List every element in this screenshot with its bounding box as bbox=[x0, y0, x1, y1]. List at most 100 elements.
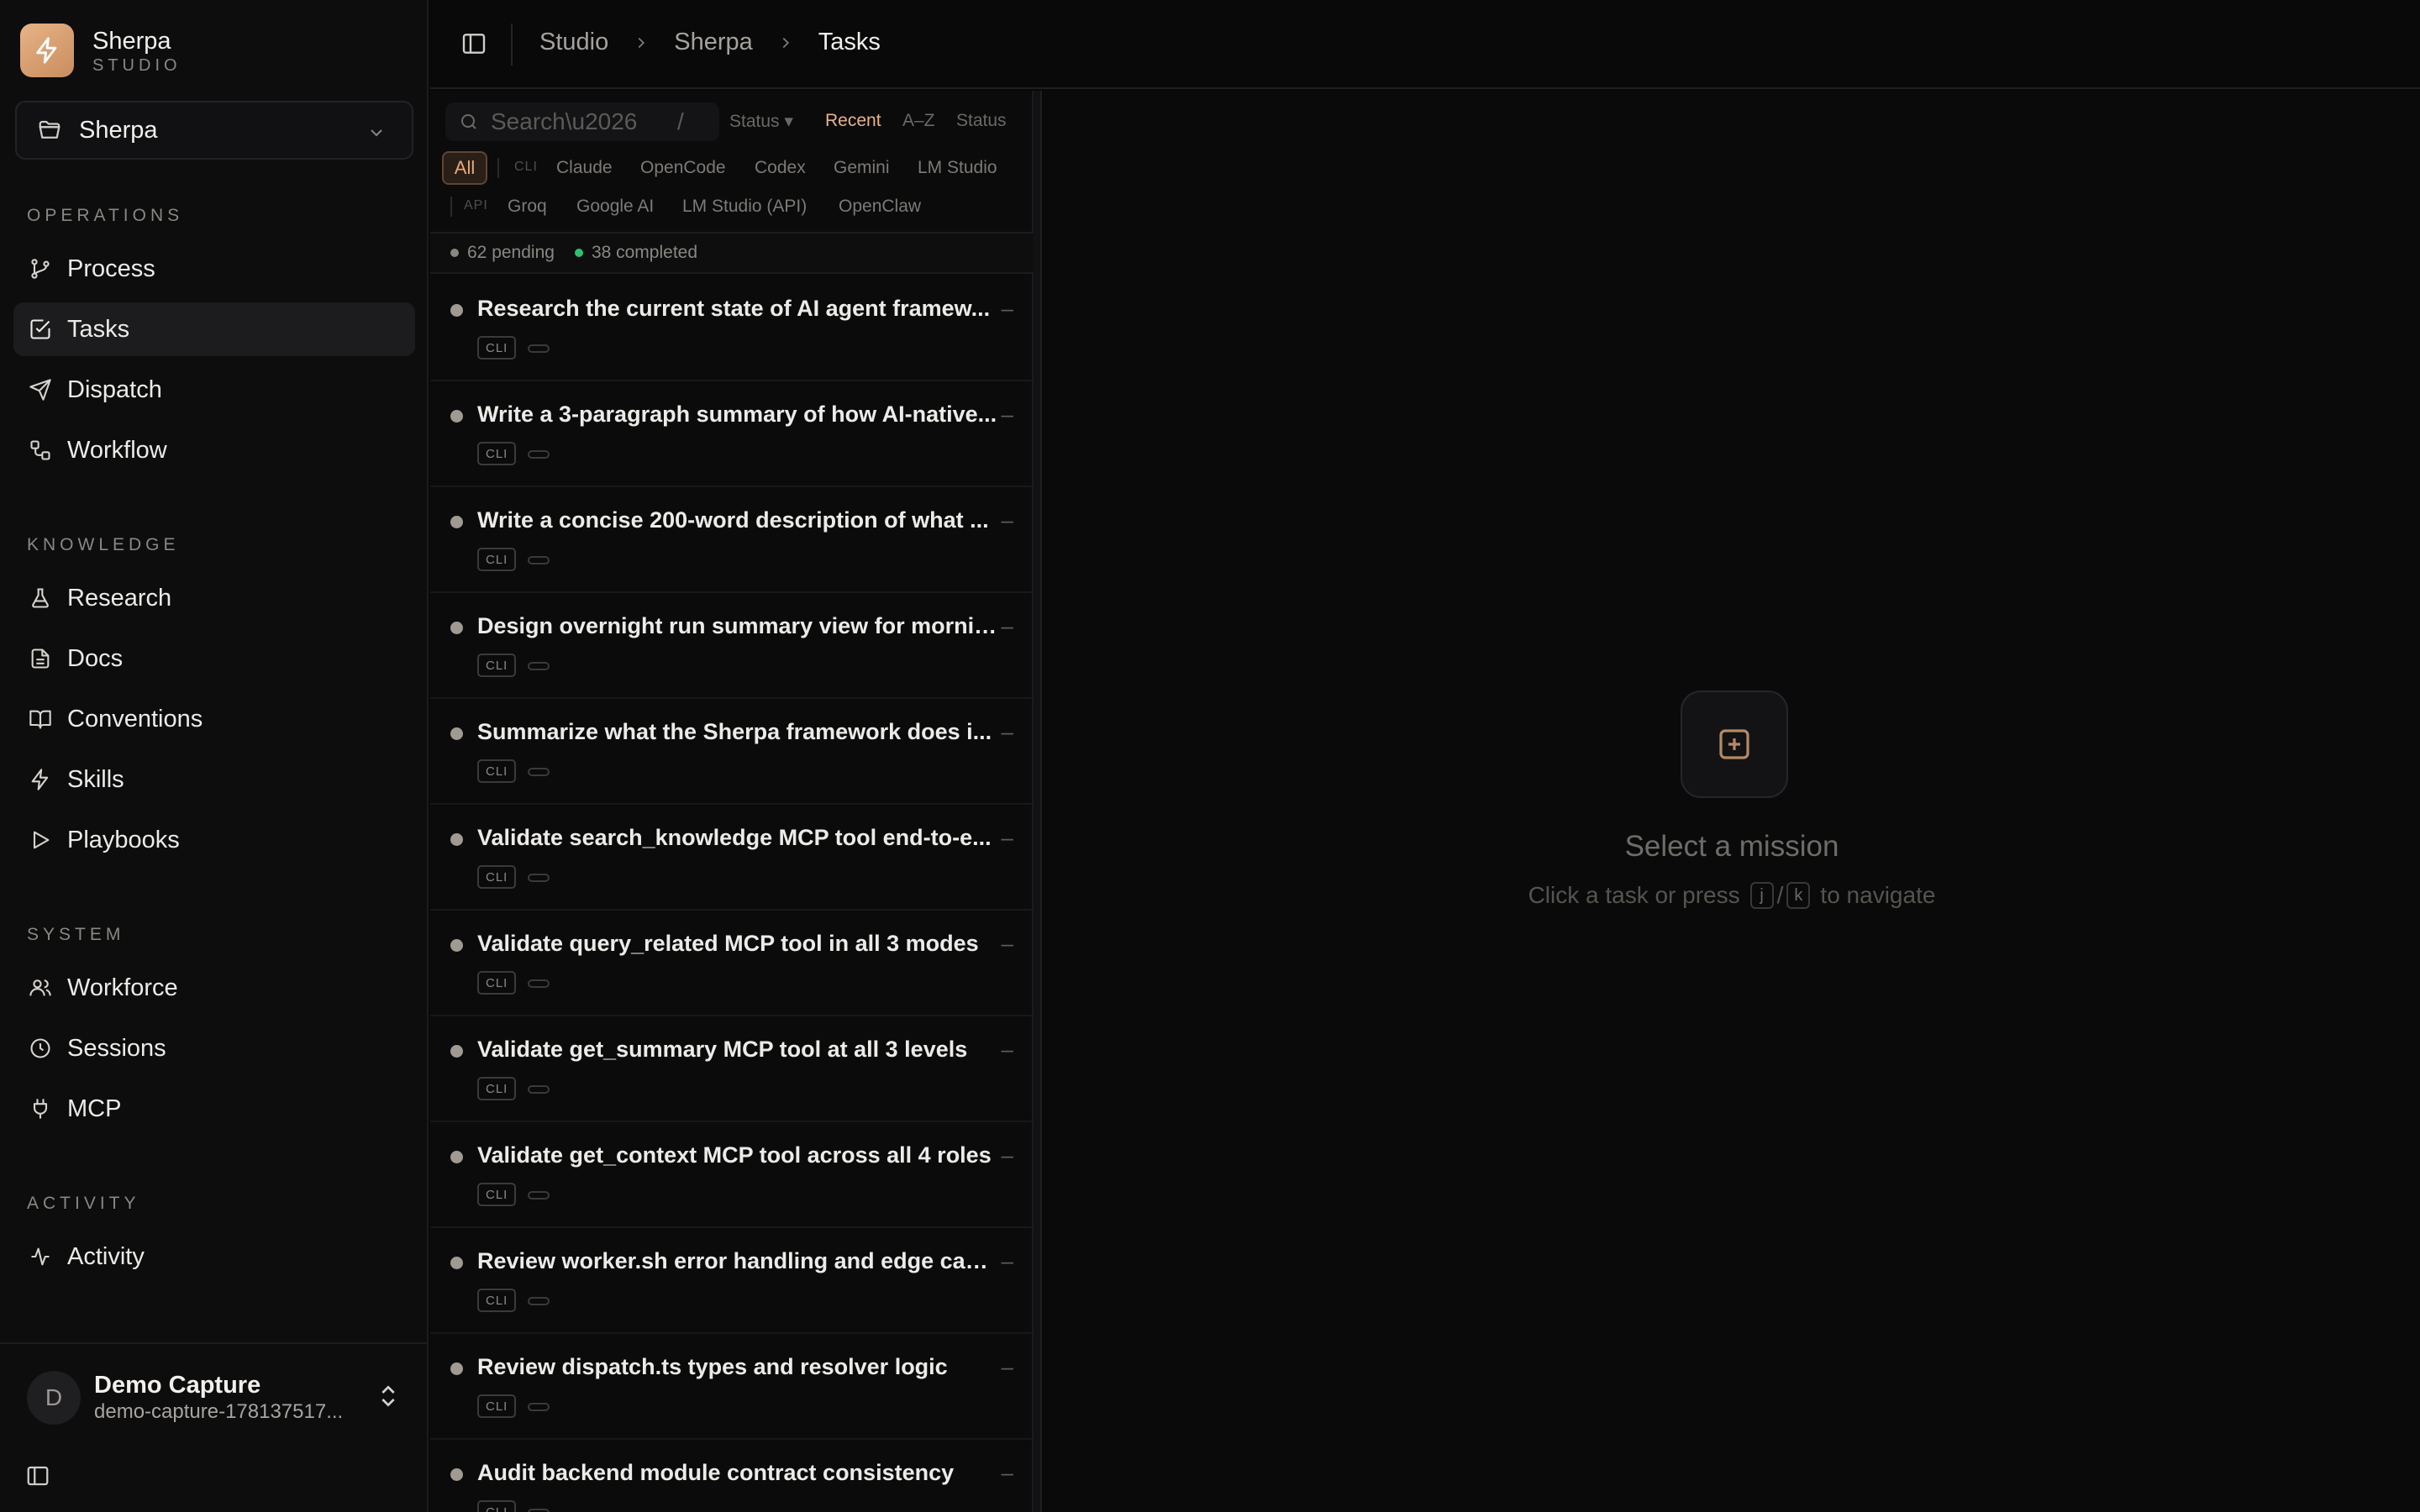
breadcrumb-studio[interactable]: Studio bbox=[539, 29, 608, 56]
task-title: Validate query_related MCP tool in all 3… bbox=[477, 931, 979, 956]
task-pill bbox=[528, 768, 550, 776]
sort-status[interactable]: Status bbox=[956, 111, 1007, 131]
search-input[interactable] bbox=[491, 108, 667, 135]
task-title: Validate get_context MCP tool across all… bbox=[477, 1142, 992, 1168]
filter-groq[interactable]: Groq bbox=[508, 197, 547, 217]
sidebar-item-process[interactable]: Process bbox=[13, 242, 415, 296]
project-selector[interactable]: Sherpa bbox=[15, 101, 413, 160]
task-pill bbox=[528, 874, 550, 882]
breadcrumb-tasks: Tasks bbox=[818, 29, 881, 55]
section-knowledge: KNOWLEDGE bbox=[27, 535, 180, 554]
task-title: Write a 3-paragraph summary of how AI-na… bbox=[477, 402, 997, 427]
task-title: Write a concise 200-word description of … bbox=[477, 507, 989, 533]
brand[interactable]: Sherpa STUDIO bbox=[20, 24, 182, 77]
sort-recent[interactable]: Recent bbox=[825, 111, 881, 131]
filter-claude[interactable]: Claude bbox=[556, 158, 613, 178]
task-title: Validate get_summary MCP tool at all 3 l… bbox=[477, 1037, 968, 1062]
sidebar-item-dispatch[interactable]: Dispatch bbox=[13, 363, 415, 417]
account-menu[interactable]: D Demo Capture demo-capture-178137517... bbox=[27, 1371, 343, 1425]
sidebar-item-tasks[interactable]: Tasks bbox=[13, 302, 415, 356]
sidebar-item-skills[interactable]: Skills bbox=[13, 753, 415, 806]
panel-left-icon[interactable] bbox=[25, 1463, 50, 1488]
sidebar-item-label: Workforce bbox=[67, 974, 178, 1001]
users-icon bbox=[27, 974, 54, 1001]
task-row[interactable]: Validate get_summary MCP tool at all 3 l… bbox=[430, 1016, 1034, 1122]
filter-all[interactable]: All bbox=[442, 151, 487, 185]
sidebar-item-label: Process bbox=[67, 255, 155, 282]
sidebar-item-label: Skills bbox=[67, 765, 124, 793]
task-pill bbox=[528, 1297, 550, 1305]
task-row[interactable]: Review worker.sh error handling and edge… bbox=[430, 1228, 1034, 1334]
task-status-dot bbox=[450, 304, 463, 317]
filter-openclaw[interactable]: OpenClaw bbox=[839, 197, 921, 217]
task-row[interactable]: Review dispatch.ts types and resolver lo… bbox=[430, 1334, 1034, 1440]
sidebar-item-docs[interactable]: Docs bbox=[13, 632, 415, 685]
sidebar-item-mcp[interactable]: MCP bbox=[13, 1082, 415, 1136]
completed-count-label: 38 completed bbox=[591, 243, 698, 262]
task-row[interactable]: Validate get_context MCP tool across all… bbox=[430, 1122, 1034, 1228]
empty-hint-prefix: Click a task or press bbox=[1528, 882, 1740, 908]
task-row[interactable]: Summarize what the Sherpa framework does… bbox=[430, 699, 1034, 805]
sort-az[interactable]: A–Z bbox=[902, 111, 935, 131]
task-meta: – bbox=[1001, 931, 1013, 956]
completed-count: 38 completed bbox=[574, 243, 698, 263]
sidebar-item-label: Docs bbox=[67, 644, 124, 672]
filter-codex[interactable]: Codex bbox=[755, 158, 806, 178]
sidebar-item-sessions[interactable]: Sessions bbox=[13, 1021, 415, 1075]
filter-lm-studio-api[interactable]: LM Studio (API) bbox=[682, 197, 807, 217]
sidebar-item-workflow[interactable]: Workflow bbox=[13, 423, 415, 477]
sidebar-item-activity[interactable]: Activity bbox=[13, 1230, 415, 1284]
task-status-dot bbox=[450, 410, 463, 423]
filter-lm-studio[interactable]: LM Studio bbox=[918, 158, 997, 178]
task-status-dot bbox=[450, 1045, 463, 1058]
filter-google-ai[interactable]: Google AI bbox=[576, 197, 654, 217]
task-meta: – bbox=[1001, 1354, 1013, 1379]
panel-left-icon[interactable] bbox=[460, 30, 487, 57]
breadcrumb: Studio Sherpa Tasks bbox=[539, 29, 881, 56]
sidebar-item-research[interactable]: Research bbox=[13, 571, 415, 625]
plug-icon bbox=[27, 1095, 54, 1122]
breadcrumb-sherpa[interactable]: Sherpa bbox=[674, 29, 753, 56]
task-meta: – bbox=[1001, 507, 1013, 533]
task-row[interactable]: Write a concise 200-word description of … bbox=[430, 487, 1034, 593]
status-filter-dropdown[interactable]: Status ▾ bbox=[729, 111, 793, 132]
book-open-icon bbox=[27, 706, 54, 732]
pending-count: 62 pending bbox=[450, 243, 555, 263]
section-system: SYSTEM bbox=[27, 925, 125, 944]
task-status-dot bbox=[450, 1468, 463, 1481]
chevrons-up-down-icon[interactable] bbox=[375, 1383, 402, 1410]
task-row[interactable]: Validate search_knowledge MCP tool end-t… bbox=[430, 805, 1034, 911]
resize-handle[interactable] bbox=[1034, 91, 1042, 1512]
sidebar-item-label: MCP bbox=[67, 1095, 122, 1122]
sidebar-item-playbooks[interactable]: Playbooks bbox=[13, 813, 415, 867]
sidebar-item-workforce[interactable]: Workforce bbox=[13, 961, 415, 1015]
task-row[interactable]: Write a 3-paragraph summary of how AI-na… bbox=[430, 381, 1034, 487]
search-box[interactable]: / bbox=[445, 102, 719, 141]
filter-opencode[interactable]: OpenCode bbox=[640, 158, 726, 178]
search-shortcut: / bbox=[677, 108, 684, 134]
sidebar-item-label: Tasks bbox=[67, 315, 130, 343]
task-pill bbox=[528, 1191, 550, 1200]
filter-divider bbox=[450, 197, 452, 217]
task-status-dot bbox=[450, 727, 463, 740]
task-badge: CLI bbox=[477, 1394, 517, 1418]
zap-logo-icon bbox=[20, 24, 74, 77]
task-row[interactable]: Audit backend module contract consistenc… bbox=[430, 1440, 1034, 1512]
sidebar-item-conventions[interactable]: Conventions bbox=[13, 692, 415, 746]
sidebar: Sherpa STUDIO Sherpa OPERATIONS Process … bbox=[0, 0, 429, 1512]
account-email: demo-capture-178137517... bbox=[94, 1400, 344, 1423]
task-row[interactable]: Validate query_related MCP tool in all 3… bbox=[430, 911, 1034, 1016]
pending-count-label: 62 pending bbox=[467, 243, 555, 262]
chevron-right-icon bbox=[632, 34, 650, 52]
task-meta: – bbox=[1001, 1142, 1013, 1168]
task-row[interactable]: Research the current state of AI agent f… bbox=[430, 276, 1034, 381]
task-row[interactable]: Design overnight run summary view for mo… bbox=[430, 593, 1034, 699]
filter-gemini[interactable]: Gemini bbox=[834, 158, 890, 178]
square-plus-icon bbox=[1681, 690, 1788, 798]
task-pill bbox=[528, 1509, 550, 1512]
check-square-icon bbox=[27, 316, 54, 343]
task-title: Validate search_knowledge MCP tool end-t… bbox=[477, 825, 992, 850]
task-title: Research the current state of AI agent f… bbox=[477, 296, 991, 321]
task-title: Review dispatch.ts types and resolver lo… bbox=[477, 1354, 948, 1379]
kbd-k: k bbox=[1786, 882, 1811, 909]
